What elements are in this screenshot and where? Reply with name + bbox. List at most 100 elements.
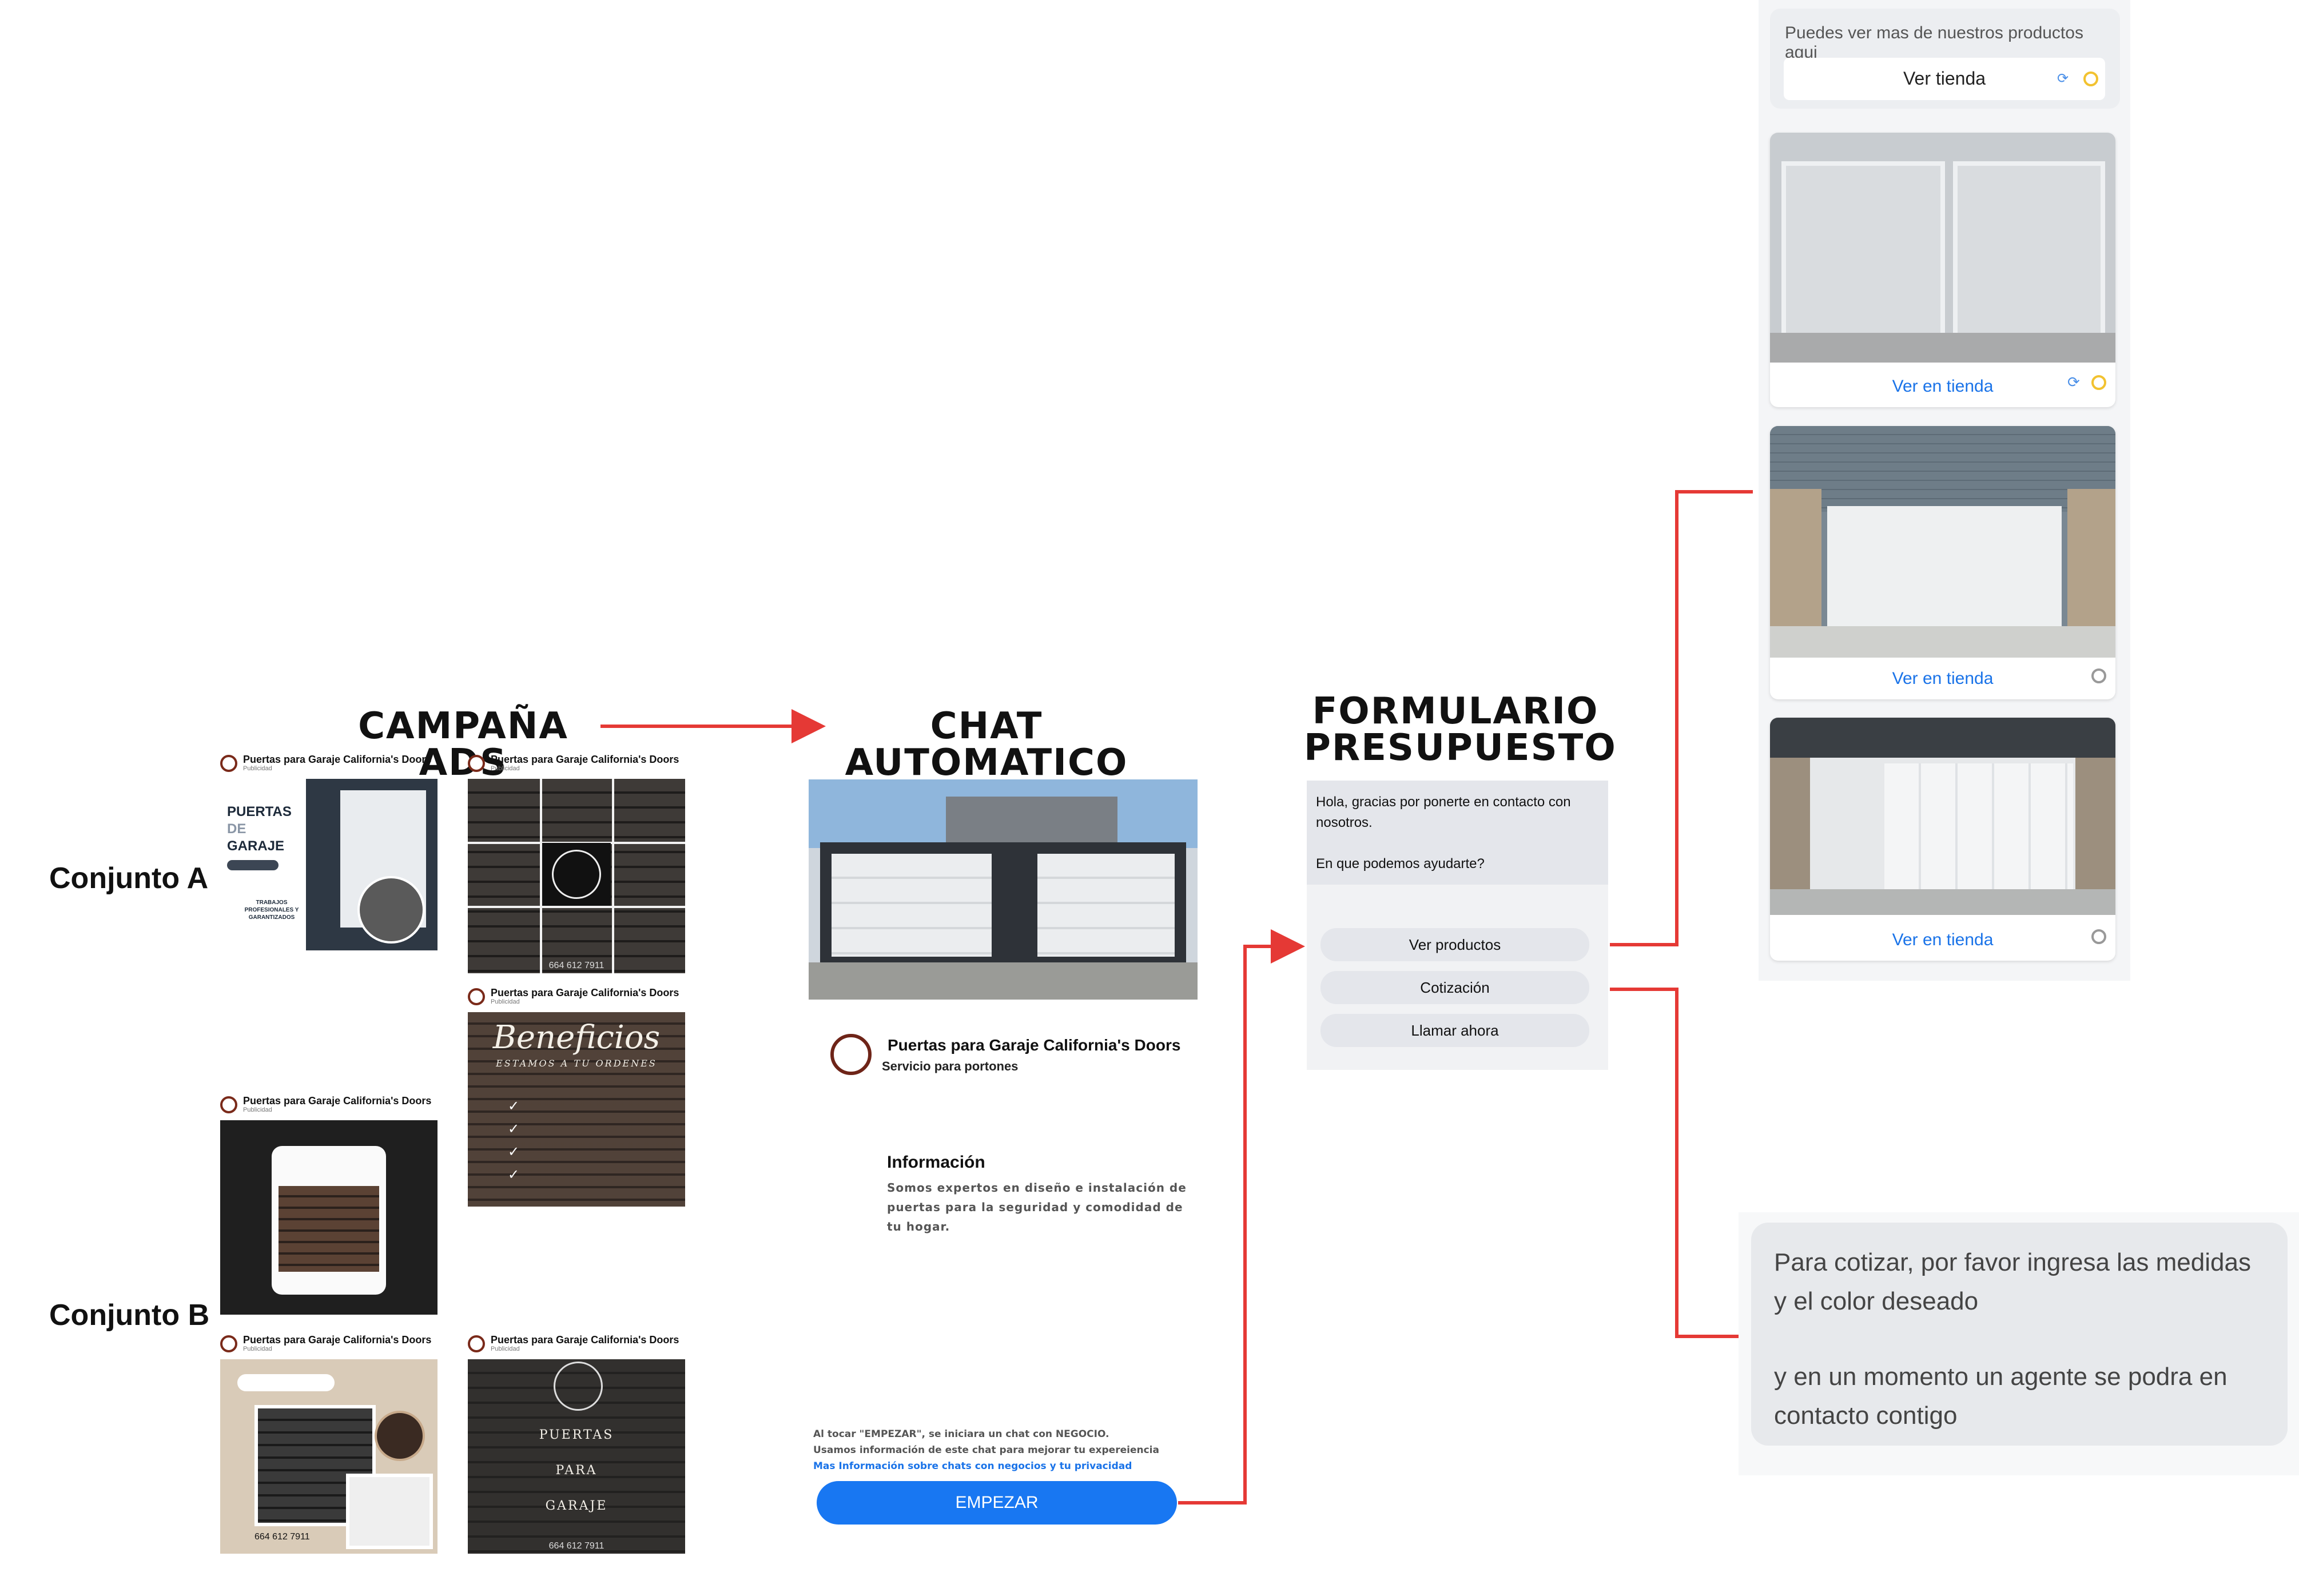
ad-page-name: Puertas para Garaje California's Doors	[491, 754, 679, 765]
siding	[1770, 426, 2115, 512]
ad-page-name: Puertas para Garaje California's Doors	[491, 987, 679, 998]
ad-line-3: GARAJE	[545, 1499, 608, 1513]
ad-headline-3: GARAJE	[227, 838, 285, 854]
ad-subline: TRABAJOS PROFESIONALES Y GARANTIZADOS	[244, 900, 299, 921]
ad-page-name: Puertas para Garaje California's Doors	[243, 754, 432, 765]
quote-line-1: Para cotizar, por favor ingresa las medi…	[1774, 1248, 2251, 1276]
quote-message-bubble: Para cotizar, por favor ingresa las medi…	[1751, 1223, 2288, 1446]
search-bar-mock	[237, 1374, 335, 1391]
option-ver-productos[interactable]: Ver productos	[1320, 928, 1589, 961]
ad-headline-1: PUERTAS	[227, 804, 292, 819]
ver-en-tienda-link[interactable]: Ver en tienda	[1770, 366, 2115, 407]
page-logo	[220, 755, 237, 772]
option-llamar-ahora[interactable]: Llamar ahora	[1320, 1014, 1589, 1047]
chat-disclaimer-2: Usamos información de este chat para mej…	[813, 1444, 1159, 1456]
chat-business-name: Puertas para Garaje California's Doors	[888, 1036, 1181, 1054]
garage-door-photo	[1770, 426, 2115, 658]
chat-privacy-link[interactable]: Mas Información sobre chats con negocios…	[813, 1458, 1132, 1474]
chat-info-text-1: Somos expertos en diseño e instalación d…	[887, 1181, 1187, 1195]
door	[1884, 763, 2073, 889]
ad-creative: 664 612 7911	[220, 1359, 437, 1554]
chat-title: CHAT AUTOMATICO	[845, 705, 1128, 784]
chat-info-title: Información	[887, 1153, 985, 1172]
ad-sponsored: Publicidad	[491, 765, 520, 772]
ad-card-puertas-para-garaje[interactable]: Puertas para Garaje California's Doors P…	[468, 1334, 685, 1554]
ad-line-2: PARA	[555, 1463, 598, 1478]
ad-card-beneficios[interactable]: Puertas para Garaje California's Doors P…	[468, 987, 685, 1207]
status-circle-icon	[2091, 668, 2106, 683]
driveway	[1770, 626, 2115, 658]
ad-sponsored: Publicidad	[243, 1107, 272, 1113]
ad-page-name: Puertas para Garaje California's Doors	[243, 1334, 432, 1346]
link-icon: ⟳	[2057, 70, 2069, 86]
quote-line-3: y en un momento un agente se podra en	[1774, 1363, 2228, 1391]
chat-disclaimer-1: Al tocar "EMPEZAR", se iniciara un chat …	[813, 1428, 1109, 1440]
phone-mockup	[272, 1146, 386, 1295]
gate-door-left	[832, 854, 992, 957]
door-left	[1781, 161, 1945, 342]
form-title-line1: FORMULARIO	[1312, 690, 1599, 733]
ad-card-search-collage[interactable]: Puertas para Garaje California's Doors P…	[220, 1334, 437, 1554]
check-icon: ✓	[508, 1144, 520, 1160]
ver-en-tienda-link[interactable]: Ver en tienda	[1770, 920, 2115, 961]
chat-business-category: Servicio para portones	[882, 1059, 1019, 1073]
chat-business-logo	[830, 1034, 872, 1075]
page-logo	[468, 1335, 485, 1352]
form-panel: Hola, gracias por ponerte en contacto co…	[1307, 781, 1608, 1070]
form-greeting-bubble: Hola, gracias por ponerte en contacto co…	[1307, 781, 1608, 885]
ad-sponsored: Publicidad	[491, 998, 520, 1005]
stone-pillar-right	[2067, 489, 2115, 626]
catalog-card-1[interactable]: Ver en tienda ⟳	[1770, 133, 2115, 407]
door	[1827, 506, 2062, 626]
ad-card-puertas-de-garaje[interactable]: Puertas para Garaje California's Doors P…	[220, 754, 437, 973]
quote-line-2: y el color deseado	[1774, 1287, 1979, 1315]
ad-card-collage[interactable]: Puertas para Garaje California's Doors P…	[468, 754, 685, 973]
ad-headline-2: DE	[227, 821, 246, 837]
collage-divider-v2	[612, 779, 614, 973]
connector-ver-productos-to-catalog	[1610, 490, 1753, 946]
chat-info-text-2: puertas para la seguridad y comodidad de	[887, 1200, 1183, 1214]
door-photo-small	[346, 1474, 433, 1549]
ground	[809, 962, 1198, 1000]
wall	[1770, 718, 2115, 758]
arrow-empezar-to-form	[1178, 929, 1305, 1505]
ad-phone: 664 612 7911	[548, 1541, 604, 1551]
garage-door-photo	[1770, 718, 2115, 915]
door-right	[1953, 161, 2105, 342]
garage-door-photo	[1770, 133, 2115, 363]
ad-creative	[220, 1120, 437, 1315]
ad-header: Puertas para Garaje California's Doors P…	[468, 987, 685, 1012]
magnifier-circle	[357, 876, 425, 944]
catalog-header-bubble: Puedes ver mas de nuestros productos aqu…	[1770, 9, 2120, 109]
ad-header: Puertas para Garaje California's Doors P…	[468, 1334, 685, 1359]
ver-en-tienda-link[interactable]: Ver en tienda	[1770, 658, 2115, 699]
stone-left	[1770, 758, 1810, 889]
ad-card-phone-mockup[interactable]: Puertas para Garaje California's Doors P…	[220, 1095, 437, 1315]
form-question: En que podemos ayudarte?	[1316, 856, 1485, 871]
ad-line-1: PUERTAS	[539, 1428, 614, 1442]
status-circle-icon	[2091, 375, 2106, 390]
empezar-button[interactable]: EMPEZAR	[817, 1481, 1177, 1525]
beneficios-subtitle: ESTAMOS A TU ORDENES	[496, 1058, 657, 1069]
check-icon: ✓	[508, 1098, 520, 1114]
logo-seal	[554, 1362, 603, 1411]
ad-creative: 664 612 7911	[468, 779, 685, 973]
driveway	[1770, 889, 2115, 915]
ad-creative: PUERTAS DE GARAJE TRABAJOS PROFESIONALES…	[220, 779, 437, 973]
ad-creative: Beneficios ESTAMOS A TU ORDENES ✓ ✓ ✓ ✓	[468, 1012, 685, 1207]
ad-sponsored: Publicidad	[243, 765, 272, 772]
ad-phone: 664 612 7911	[254, 1532, 310, 1542]
logo-seal	[542, 843, 611, 906]
ad-creative: PUERTAS PARA GARAJE 664 612 7911	[468, 1359, 685, 1554]
driveway	[1770, 333, 2115, 363]
catalog-card-2[interactable]: Ver en tienda	[1770, 426, 2115, 699]
ver-tienda-button[interactable]: Ver tienda ⟳	[1784, 58, 2105, 100]
catalog-card-3[interactable]: Ver en tienda	[1770, 718, 2115, 961]
phone-door-photo	[279, 1186, 379, 1272]
option-cotizacion[interactable]: Cotización	[1320, 971, 1589, 1004]
chat-cover-photo	[809, 779, 1198, 1000]
chat-info-text-3: tu hogar.	[887, 1220, 950, 1233]
ad-sponsored: Publicidad	[491, 1346, 520, 1352]
form-greeting-line1: Hola, gracias por ponerte en contacto co…	[1316, 794, 1571, 810]
catalog-header-text: Puedes ver mas de nuestros productos aqu…	[1785, 23, 2083, 62]
